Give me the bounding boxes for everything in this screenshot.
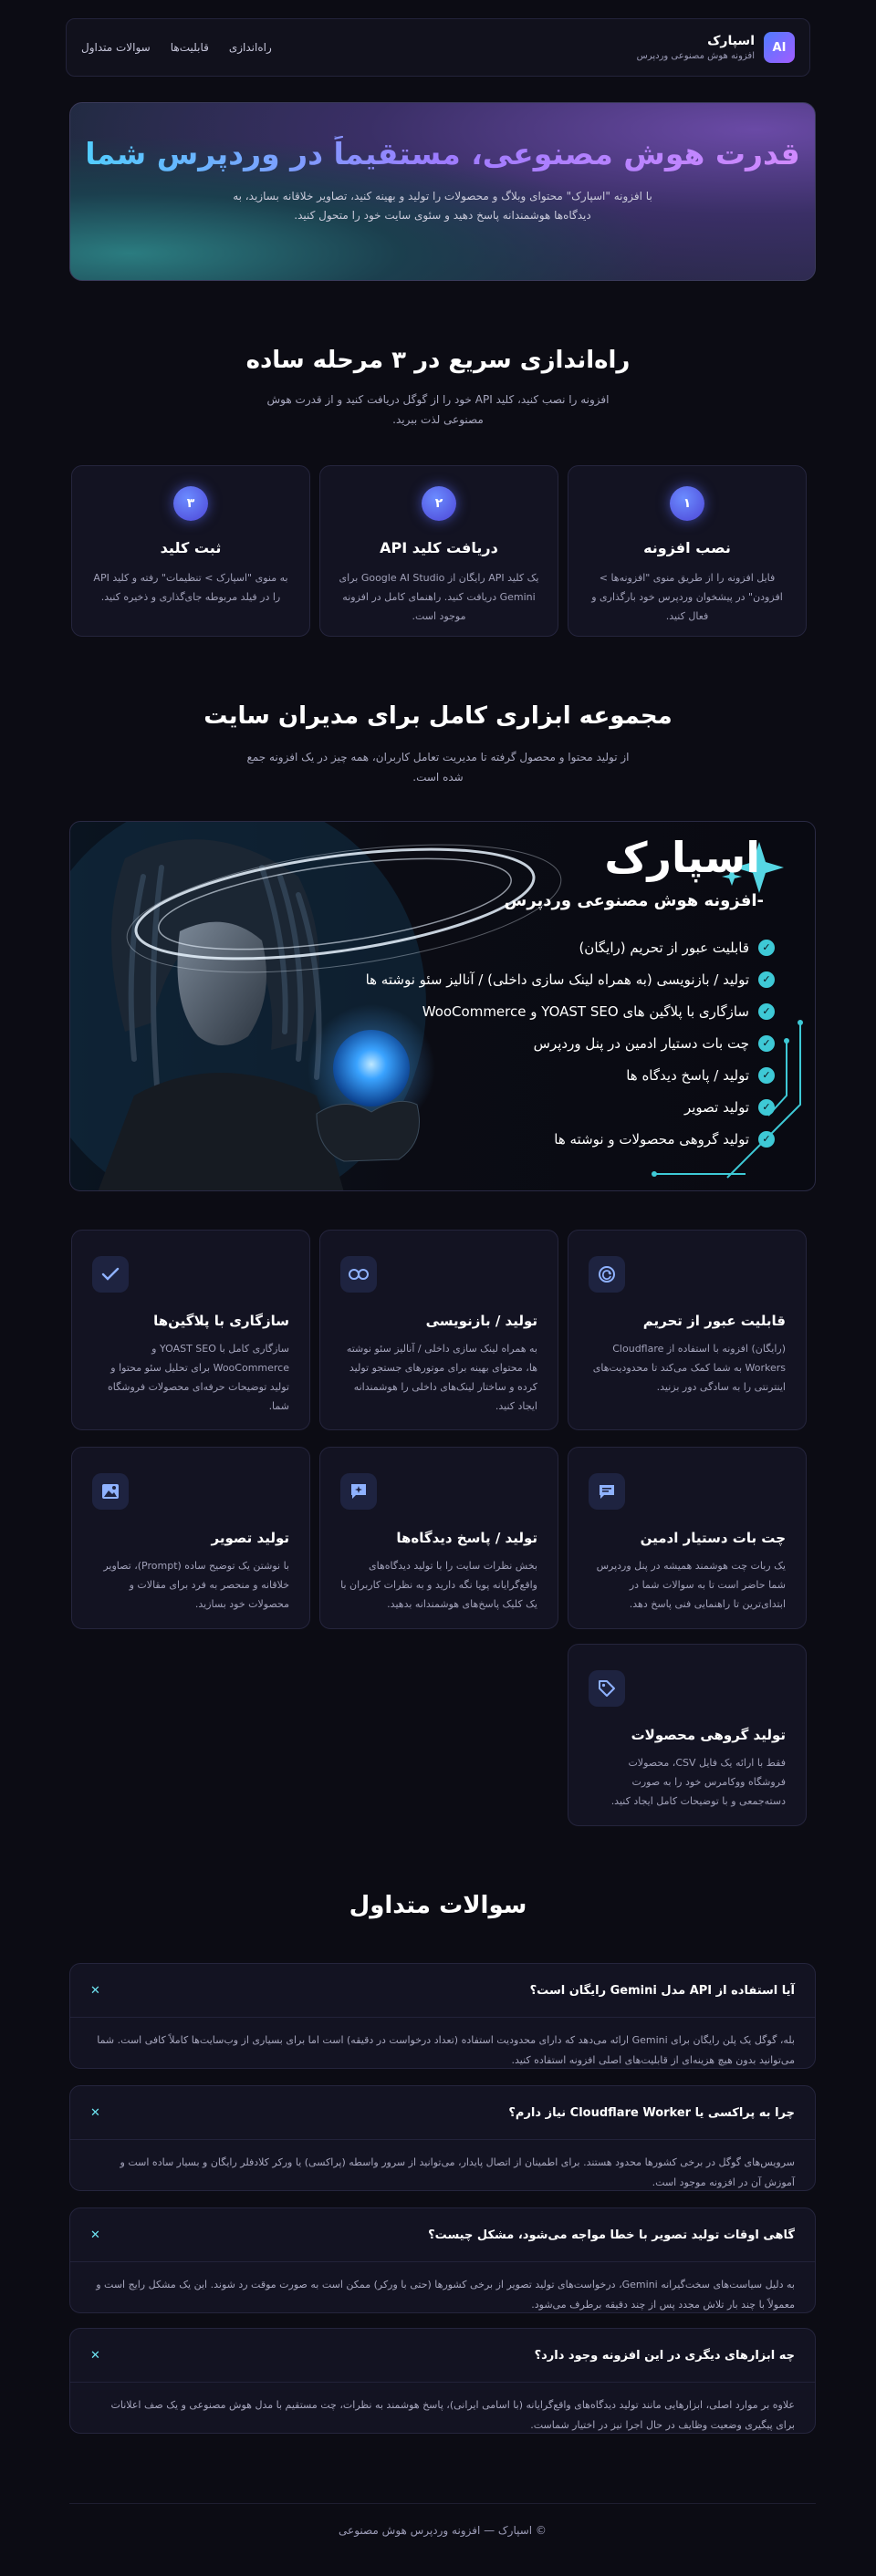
chat-icon bbox=[589, 1473, 625, 1510]
feature-card-bulk-products: تولید گروهی محصولات فقط با ارائه یک فایل… bbox=[568, 1644, 807, 1826]
faq-item[interactable]: گاهی اوقات تولید تصویر با خطا مواجه می‌ش… bbox=[69, 2207, 816, 2313]
feature-title: سازگاری با پلاگین‌ها bbox=[153, 1313, 289, 1329]
step-text: یک کلید API رایگان از Google AI Studio ب… bbox=[339, 572, 539, 622]
step-number: ۱ bbox=[670, 486, 704, 521]
banner-list-item: ✓ تولید / بازنویسی (به همراه لینک سازی دا… bbox=[366, 963, 775, 995]
close-icon[interactable]: ✕ bbox=[90, 2228, 100, 2242]
check-icon bbox=[92, 1256, 129, 1293]
feature-card-rewrite: تولید / بازنویسی به همراه لینک سازی داخل… bbox=[319, 1230, 558, 1430]
check-icon: ✓ bbox=[758, 1002, 775, 1020]
faq-question[interactable]: چه ابزارهای دیگری در این افزونه وجود دار… bbox=[70, 2329, 815, 2382]
hero-title: قدرت هوش مصنوعی، مستقیماً در وردپرس شما bbox=[70, 136, 815, 172]
tools-subtitle: از تولید محتوا و محصول گرفته تا مدیریت ت… bbox=[246, 751, 630, 784]
step-card-1: ۱ نصب افزونه فایل افزونه را از طریق منوی… bbox=[568, 465, 807, 637]
feature-card-comments: تولید / پاسخ دیدگاه‌ها بخش نظرات سایت را… bbox=[319, 1447, 558, 1629]
banner-list-item: ✓ تولید تصویر bbox=[366, 1091, 775, 1123]
step-title: دریافت کلید API bbox=[380, 539, 498, 556]
footer-text: © اسپارک — افزونه وردپرس هوش مصنوعی bbox=[339, 2524, 547, 2537]
close-icon[interactable]: ✕ bbox=[90, 1984, 100, 1998]
faq-item[interactable]: آیا استفاده از API مدل Gemini رایگان است… bbox=[69, 1963, 816, 2069]
nav-features[interactable]: قابلیت‌ها bbox=[171, 41, 209, 54]
feature-title: تولید گروهی محصولات bbox=[631, 1727, 786, 1743]
faq-answer: علاوه بر موارد اصلی، ابزارهایی مانند تول… bbox=[70, 2382, 815, 2433]
feature-card-bypass: قابلیت عبور از تحریم (رایگان) افزونه با … bbox=[568, 1230, 807, 1430]
step-title: ثبت کلید bbox=[160, 539, 222, 556]
feature-card-chatbot: چت بات دستیار ادمین یک ربات چت هوشمند هم… bbox=[568, 1447, 807, 1629]
feature-text: فقط با ارائه یک فایل CSV، محصولات فروشگا… bbox=[610, 1757, 786, 1807]
close-icon[interactable]: ✕ bbox=[90, 2106, 100, 2120]
feature-card-plugins: سازگاری با پلاگین‌ها سازگاری کامل با YOA… bbox=[71, 1230, 310, 1430]
setup-subtitle: افزونه را نصب کنید، کلید API خود را از گ… bbox=[266, 393, 610, 426]
hero-banner: قدرت هوش مصنوعی، مستقیماً در وردپرس شما … bbox=[69, 102, 816, 281]
banner-list: ✓ قابلیت عبور از تحریم (رایگان) ✓ تولید / … bbox=[366, 931, 775, 1155]
feature-title: تولید تصویر bbox=[211, 1530, 289, 1546]
feature-text: به همراه لینک سازی داخلی / آنالیز سئو نو… bbox=[346, 1343, 537, 1412]
tools-title: مجموعه ابزاری کامل برای مدیران سایت bbox=[203, 702, 673, 730]
step-text: فایل افزونه را از طریق منوی "افزونه‌ها >… bbox=[591, 572, 783, 622]
nav-faq[interactable]: سوالات متداول bbox=[81, 41, 151, 54]
step-card-2: ۲ دریافت کلید API یک کلید API رایگان از … bbox=[319, 465, 558, 637]
hero-text: با افزونه "اسپارک" محتوای وبلاگ و محصولا… bbox=[233, 189, 652, 223]
feature-title: تولید / پاسخ دیدگاه‌ها bbox=[396, 1530, 537, 1546]
footer: © اسپارک — افزونه وردپرس هوش مصنوعی bbox=[69, 2503, 816, 2537]
faq-question[interactable]: آیا استفاده از API مدل Gemini رایگان است… bbox=[70, 1964, 815, 2017]
banner-list-item: ✓ چت بات دستیار ادمین در پنل وردپرس bbox=[366, 1027, 775, 1059]
banner-list-item: ✓ قابلیت عبور از تحریم (رایگان) bbox=[366, 931, 775, 963]
check-icon: ✓ bbox=[758, 971, 775, 988]
link-icon bbox=[340, 1256, 377, 1293]
step-title: نصب افزونه bbox=[643, 539, 731, 556]
brand[interactable]: AI اسپارک افزونه هوش مصنوعی وردپرس bbox=[637, 32, 795, 63]
check-icon: ✓ bbox=[758, 1098, 775, 1116]
faq-answer: به دلیل سیاست‌های سخت‌گیرانه Gemini، درخ… bbox=[70, 2261, 815, 2312]
banner-list-item: ✓ سازگاری با پلاگین های YOAST SEO و WooCo… bbox=[366, 995, 775, 1027]
step-number: ۳ bbox=[173, 486, 208, 521]
step-text: به منوی "اسپارک > تنظیمات" رفته و کلید A… bbox=[93, 572, 288, 603]
check-icon: ✓ bbox=[758, 1130, 775, 1148]
site-header: AI اسپارک افزونه هوش مصنوعی وردپرس سوالا… bbox=[66, 18, 810, 77]
image-icon bbox=[92, 1473, 129, 1510]
tag-icon bbox=[589, 1670, 625, 1707]
step-card-3: ۳ ثبت کلید به منوی "اسپارک > تنظیمات" رف… bbox=[71, 465, 310, 637]
feature-title: قابلیت عبور از تحریم bbox=[642, 1313, 786, 1329]
brand-name: اسپارک bbox=[707, 34, 755, 48]
faq-title: سوالات متداول bbox=[349, 1892, 527, 1919]
feature-text: با نوشتن یک توضیح ساده (Prompt)، تصاویر … bbox=[103, 1560, 289, 1610]
feature-title: تولید / بازنویسی bbox=[425, 1313, 537, 1329]
feature-text: یک ربات چت هوشمند همیشه در پنل وردپرس شم… bbox=[596, 1560, 786, 1610]
faq-item[interactable]: چرا به پراکسی یا Cloudflare Worker نیاز … bbox=[69, 2085, 816, 2191]
banner-list-item: ✓ تولید / پاسخ دیدگاه ها bbox=[366, 1059, 775, 1091]
feature-text: (رایگان) افزونه با استفاده از Cloudflare… bbox=[592, 1343, 786, 1393]
faq-question[interactable]: گاهی اوقات تولید تصویر با خطا مواجه می‌ش… bbox=[70, 2208, 815, 2261]
feature-card-image: تولید تصویر با نوشتن یک توضیح ساده (Prom… bbox=[71, 1447, 310, 1629]
feature-text: بخش نظرات سایت را با تولید دیدگاه‌های وا… bbox=[340, 1560, 537, 1610]
check-icon: ✓ bbox=[758, 1066, 775, 1084]
comment-icon bbox=[340, 1473, 377, 1510]
close-icon[interactable]: ✕ bbox=[90, 2349, 100, 2363]
feature-text: سازگاری کامل با YOAST SEO و WooCommerce … bbox=[108, 1343, 289, 1412]
brand-tagline: افزونه هوش مصنوعی وردپرس bbox=[636, 51, 755, 61]
faq-answer: سرویس‌های گوگل در برخی کشورها محدود هستن… bbox=[70, 2139, 815, 2190]
feature-banner: اسپارک -افزونه هوش مصنوعی وردپرس ✓ قابلیت… bbox=[69, 821, 816, 1191]
faq-question[interactable]: چرا به پراکسی یا Cloudflare Worker نیاز … bbox=[70, 2086, 815, 2139]
banner-list-item: ✓ تولید گروهی محصولات و نوشته ها bbox=[366, 1123, 775, 1155]
faq-answer: بله، گوگل یک پلن رایگان برای Gemini ارائ… bbox=[70, 2017, 815, 2068]
setup-title: راه‌اندازی سریع در ۳ مرحله ساده bbox=[245, 347, 631, 374]
banner-title: اسپارک bbox=[604, 833, 760, 882]
bypass-icon bbox=[589, 1256, 625, 1293]
check-icon: ✓ bbox=[758, 939, 775, 956]
feature-title: چت بات دستیار ادمین bbox=[640, 1530, 786, 1546]
faq-item[interactable]: چه ابزارهای دیگری در این افزونه وجود دار… bbox=[69, 2328, 816, 2434]
nav-setup[interactable]: راه‌اندازی bbox=[229, 41, 272, 54]
banner-subtitle: -افزونه هوش مصنوعی وردپرس bbox=[504, 891, 765, 910]
step-number: ۲ bbox=[422, 486, 456, 521]
check-icon: ✓ bbox=[758, 1034, 775, 1052]
logo: AI bbox=[764, 32, 795, 63]
main-nav: سوالات متداول قابلیت‌ها راه‌اندازی bbox=[81, 41, 272, 54]
